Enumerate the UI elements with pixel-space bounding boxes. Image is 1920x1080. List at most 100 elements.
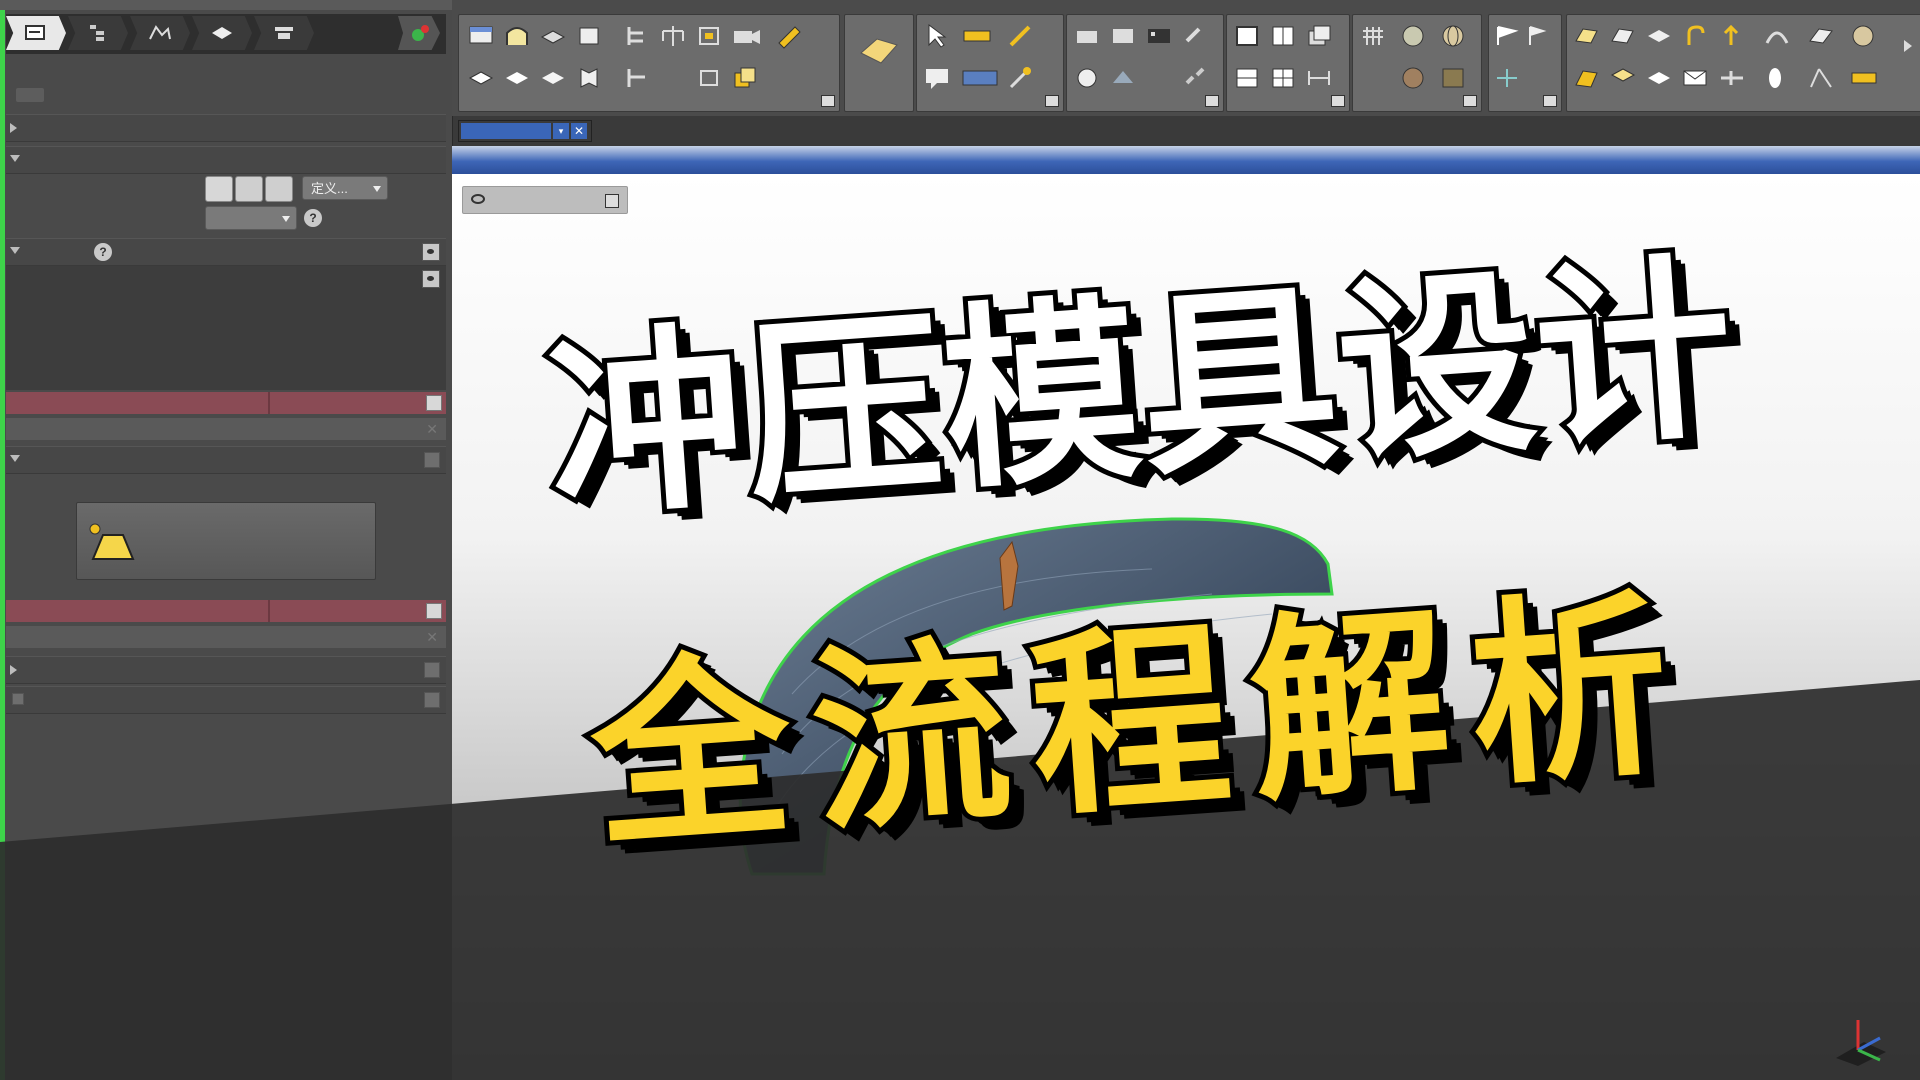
eye-icon[interactable]: [422, 243, 440, 261]
print-icon: [1077, 31, 1097, 43]
group-expander[interactable]: [1543, 95, 1557, 107]
pen-button[interactable]: [1007, 23, 1037, 51]
group-expander[interactable]: [1045, 95, 1059, 107]
offset-button[interactable]: [1807, 23, 1837, 51]
hierarchy-b-button[interactable]: [623, 65, 653, 93]
pin-button[interactable]: [1493, 65, 1523, 93]
group-expander[interactable]: [821, 95, 835, 107]
view-b-button[interactable]: [1109, 23, 1139, 51]
window-button[interactable]: [467, 23, 497, 51]
shaded-button[interactable]: [1399, 23, 1429, 51]
hook-button[interactable]: [1681, 23, 1711, 51]
chevron-down-icon: [282, 216, 290, 222]
cascade-button[interactable]: [1305, 23, 1335, 51]
document-tab[interactable]: ▾ ✕: [458, 120, 592, 142]
tab-menu-icon[interactable]: ▾: [553, 123, 569, 139]
hatch-button[interactable]: [1439, 65, 1469, 93]
surface-b-button[interactable]: [1609, 23, 1639, 51]
copy-button[interactable]: [731, 65, 761, 93]
trim-button[interactable]: [1645, 23, 1675, 51]
surface-a-button[interactable]: [1573, 23, 1603, 51]
normal-button[interactable]: [1717, 23, 1747, 51]
layers-button[interactable]: [539, 23, 569, 51]
comment-button[interactable]: [923, 65, 953, 93]
help-icon[interactable]: ?: [94, 243, 112, 261]
group-expander[interactable]: [1205, 95, 1219, 107]
flag-button[interactable]: [1493, 23, 1523, 51]
view-mode-both-button[interactable]: [235, 176, 263, 202]
die-icon: [275, 27, 293, 39]
mesh-button[interactable]: [1359, 23, 1389, 51]
patch-button[interactable]: [1573, 65, 1603, 93]
tree-button[interactable]: [623, 23, 653, 51]
view-mode-right-button[interactable]: [265, 176, 293, 202]
close-icon[interactable]: ✕: [571, 123, 587, 139]
textured-button[interactable]: [1399, 65, 1429, 93]
cross-button[interactable]: [1717, 65, 1747, 93]
unlink-button[interactable]: [1181, 65, 1211, 93]
shape-c-button[interactable]: [539, 65, 569, 93]
help-icon[interactable]: ?: [304, 209, 322, 227]
save-button[interactable]: [575, 23, 605, 51]
ball-button[interactable]: [1849, 23, 1879, 51]
camera-button[interactable]: [731, 23, 761, 51]
select-button[interactable]: [923, 23, 953, 51]
axis-triad-icon: [1836, 1020, 1886, 1066]
single-view-button[interactable]: [1233, 23, 1263, 51]
flatten-button[interactable]: [1645, 65, 1675, 93]
fit-button[interactable]: [695, 65, 725, 93]
workflow-tab-setup[interactable]: [68, 16, 128, 50]
custom-dropdown[interactable]: 定义...: [302, 176, 388, 200]
ellipse-button[interactable]: [1763, 65, 1793, 93]
section-header-1[interactable]: [6, 114, 446, 142]
mail-button[interactable]: [1681, 65, 1711, 93]
view-mode-left-button[interactable]: [205, 176, 233, 202]
link-button[interactable]: [1181, 23, 1211, 51]
magic-button[interactable]: [1007, 65, 1037, 93]
shape-a-button[interactable]: [467, 65, 497, 93]
toolbar-group-layout: [1226, 14, 1350, 112]
quad-view-button[interactable]: [1269, 65, 1299, 93]
clock-icon: [1077, 68, 1097, 88]
workflow-tab-die[interactable]: [254, 16, 314, 50]
toolbar-group-select: [916, 14, 1064, 112]
edit-button[interactable]: [775, 23, 805, 51]
group-expander[interactable]: [1463, 95, 1477, 107]
toolbar-group-flag: [1488, 14, 1562, 112]
filter-dropdown[interactable]: [961, 65, 998, 93]
frame-button[interactable]: [695, 23, 725, 51]
workflow-tab-simulate[interactable]: [398, 16, 440, 50]
insert-surface-button[interactable]: [859, 33, 898, 64]
curve-button[interactable]: [1763, 23, 1793, 51]
book-icon: [580, 68, 598, 88]
view-a-button[interactable]: [1073, 23, 1103, 51]
section-header-3[interactable]: ?: [6, 238, 446, 266]
film-button[interactable]: [1145, 23, 1175, 51]
horizontal-view-button[interactable]: [1233, 65, 1263, 93]
clock-button[interactable]: [1073, 65, 1103, 93]
spline-button[interactable]: [1807, 65, 1837, 93]
ruler-button[interactable]: [1849, 65, 1879, 93]
measure-button[interactable]: [961, 23, 991, 51]
open-surface-button[interactable]: [503, 23, 533, 51]
dimension-icon: [1308, 71, 1330, 85]
split-button[interactable]: [659, 23, 689, 51]
sphere-icon: [1402, 25, 1424, 47]
dimension-button[interactable]: [1305, 65, 1335, 93]
scroll-right-icon[interactable]: [1904, 40, 1912, 52]
shade-button[interactable]: [1109, 65, 1139, 93]
option-dropdown[interactable]: [205, 206, 297, 230]
flag-b-button[interactable]: [1525, 23, 1555, 51]
book-button[interactable]: [575, 65, 605, 93]
globe-button[interactable]: [1439, 23, 1469, 51]
shape-b-button[interactable]: [503, 65, 533, 93]
split-view-button[interactable]: [1269, 23, 1299, 51]
workflow-tab-geometry[interactable]: [130, 16, 190, 50]
chevron-down-icon: [373, 186, 381, 192]
section-header-2[interactable]: [6, 146, 446, 174]
workflow-tab-blank[interactable]: [192, 16, 252, 50]
measure-ruler-icon: [1851, 72, 1877, 84]
label-button[interactable]: [1609, 65, 1639, 93]
workflow-tab-part[interactable]: [6, 16, 66, 50]
group-expander[interactable]: [1331, 95, 1345, 107]
